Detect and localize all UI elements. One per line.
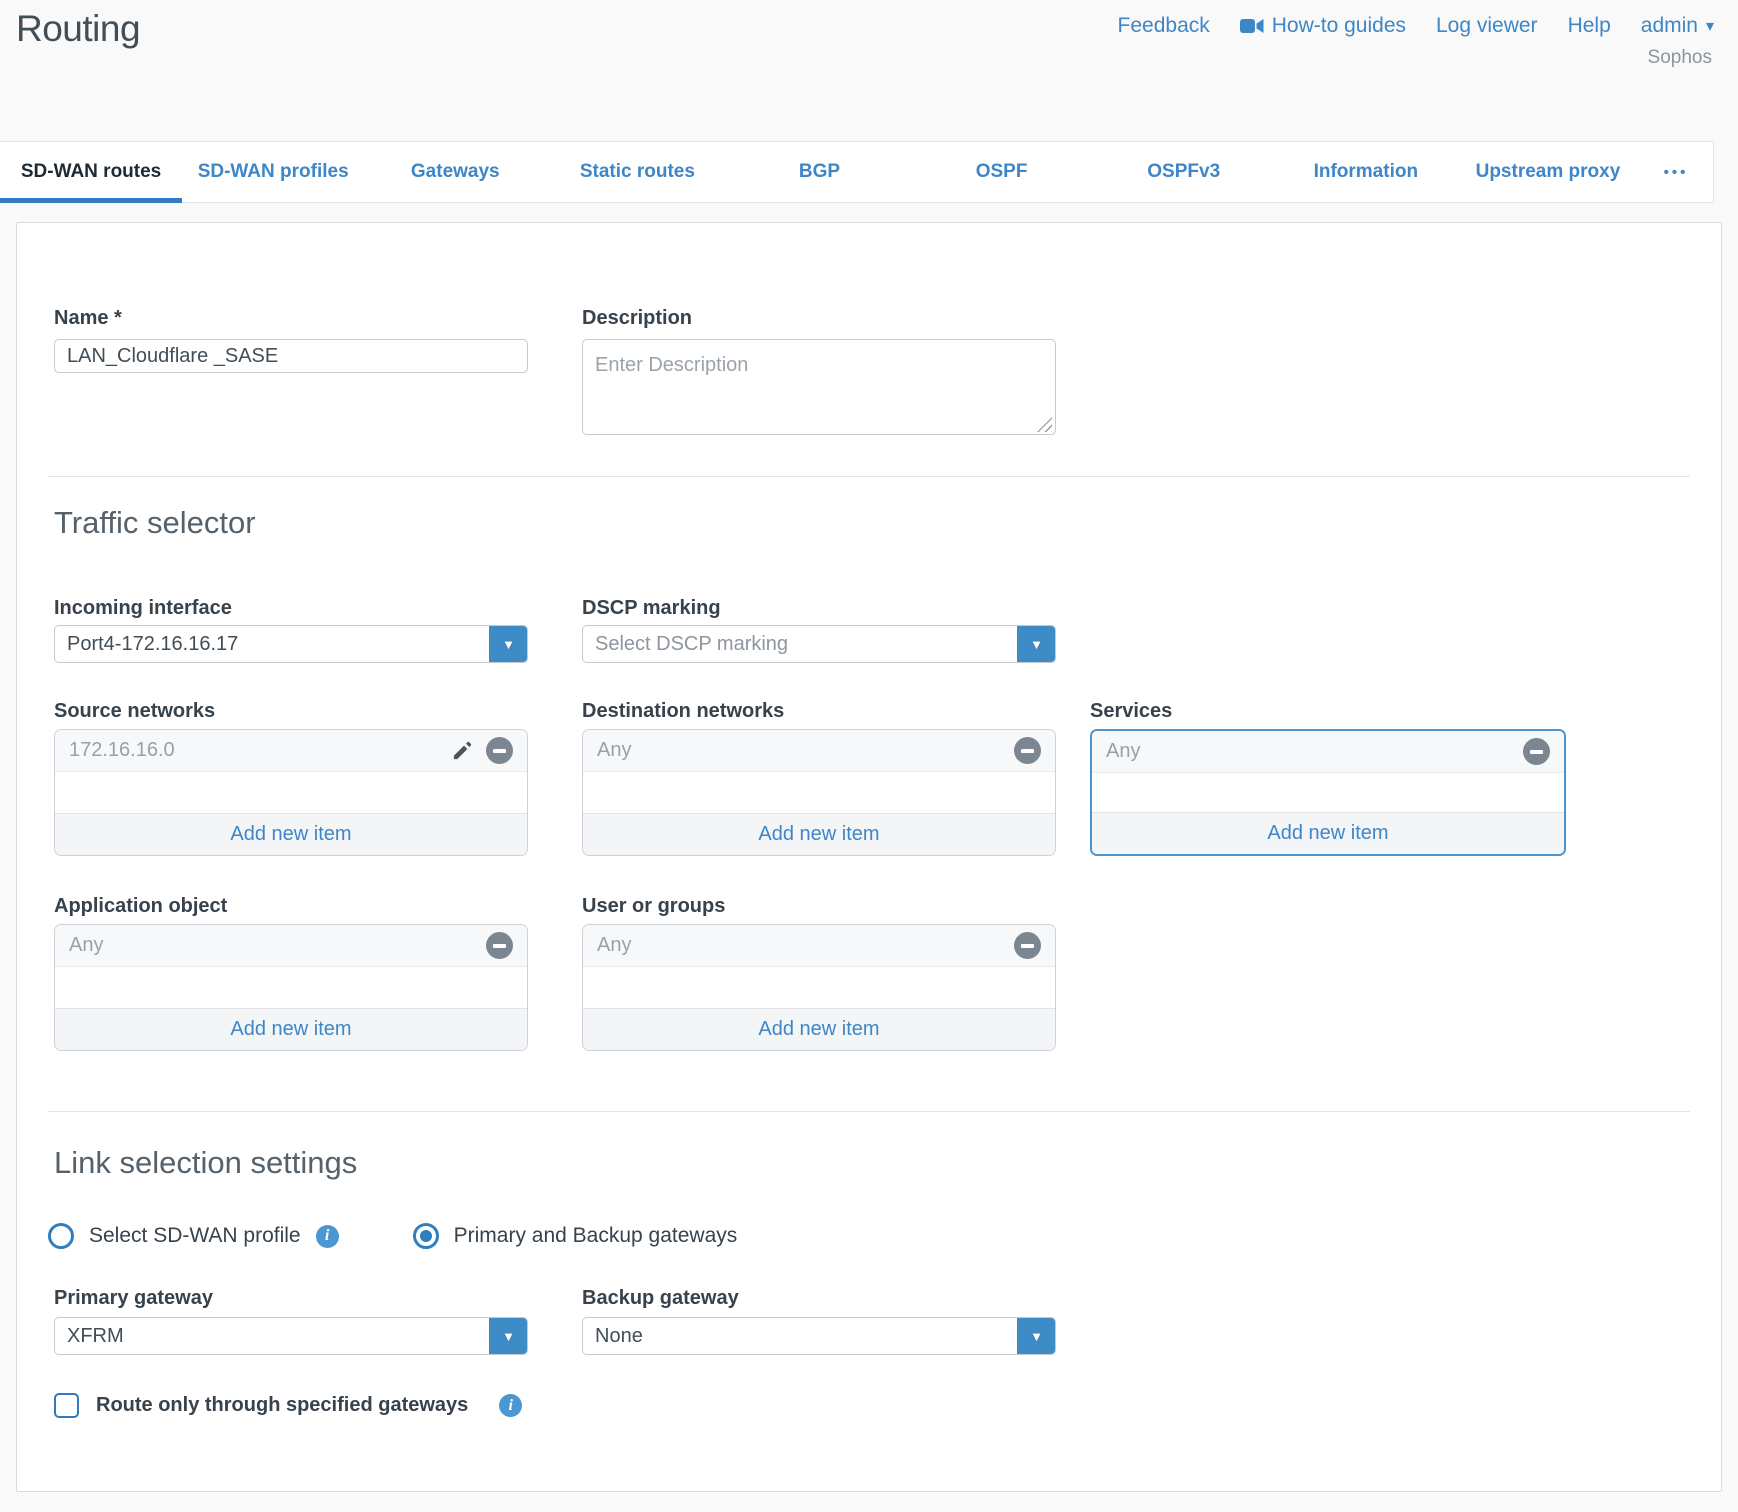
log-viewer-link[interactable]: Log viewer [1436,14,1538,38]
name-label: Name * [54,307,528,330]
primary-gateway-label: Primary gateway [54,1287,528,1310]
info-icon[interactable]: i [316,1225,339,1248]
link-selection-heading: Link selection settings [54,1145,357,1181]
primary-gateway-select[interactable]: XFRM ▼ [54,1317,528,1355]
user-or-groups-label: User or groups [582,895,1056,918]
dscp-marking-placeholder: Select DSCP marking [595,633,788,656]
dscp-marking-select[interactable]: Select DSCP marking ▼ [582,625,1056,663]
remove-minus-icon[interactable] [1523,738,1550,765]
list-item: Any [55,925,527,967]
section-divider [48,1111,1690,1112]
edit-pencil-icon[interactable] [451,739,474,762]
destination-networks-label: Destination networks [582,700,1056,723]
list-item-value: 172.16.16.0 [69,739,175,762]
incoming-interface-value: Port4-172.16.16.17 [67,633,238,656]
add-new-item-button[interactable]: Add new item [1092,812,1564,854]
primary-backup-radio[interactable] [413,1223,439,1249]
tab-gateways[interactable]: Gateways [364,142,546,202]
list-item-value: Any [597,739,631,762]
user-or-groups-listbox: Any Add new item [582,924,1056,1051]
tab-bgp[interactable]: BGP [728,142,910,202]
chevron-down-icon[interactable]: ▼ [1017,1317,1056,1355]
backup-gateway-value: None [595,1325,643,1348]
list-item-value: Any [69,934,103,957]
chevron-down-icon[interactable]: ▼ [489,1317,528,1355]
remove-minus-icon[interactable] [1014,932,1041,959]
backup-gateway-label: Backup gateway [582,1287,1056,1310]
tab-sdwan-routes[interactable]: SD-WAN routes [0,142,182,202]
video-camera-icon [1240,18,1264,34]
tab-information[interactable]: Information [1275,142,1457,202]
tab-upstream-proxy[interactable]: Upstream proxy [1457,142,1639,202]
incoming-interface-label: Incoming interface [54,597,528,620]
listbox-body [55,772,527,813]
minus-bar [493,944,506,948]
remove-minus-icon[interactable] [1014,737,1041,764]
incoming-interface-select[interactable]: Port4-172.16.16.17 ▼ [54,625,528,663]
info-icon[interactable]: i [499,1394,522,1417]
name-input[interactable] [54,339,528,373]
list-item-value: Any [1106,740,1140,763]
remove-minus-icon[interactable] [486,737,513,764]
services-listbox: Any Add new item [1090,729,1566,856]
listbox-body [583,772,1055,813]
caret-down-icon: ▾ [1706,16,1714,36]
sdwan-profile-radio[interactable] [48,1223,74,1249]
minus-bar [1021,749,1034,753]
add-new-item-button[interactable]: Add new item [583,813,1055,855]
route-only-checkbox-label: Route only through specified gateways [96,1394,468,1417]
source-networks-listbox: 172.16.16.0 Add new item [54,729,528,856]
tab-ospfv3[interactable]: OSPFv3 [1093,142,1275,202]
services-label: Services [1090,700,1566,723]
page-title: Routing [16,8,140,50]
feedback-link[interactable]: Feedback [1118,14,1210,38]
minus-bar [1021,944,1034,948]
add-new-item-button[interactable]: Add new item [583,1008,1055,1050]
tab-static-routes[interactable]: Static routes [546,142,728,202]
chevron-down-icon[interactable]: ▼ [1017,625,1056,663]
remove-minus-icon[interactable] [486,932,513,959]
list-item: 172.16.16.0 [55,730,527,772]
tab-overflow-button[interactable]: ••• [1639,142,1713,202]
account-label: admin [1641,14,1698,38]
brand-label: Sophos [1648,47,1712,69]
add-new-item-button[interactable]: Add new item [55,813,527,855]
section-divider [48,476,1690,477]
list-item: Any [583,925,1055,967]
list-item-value: Any [597,934,631,957]
tab-bar: SD-WAN routes SD-WAN profiles Gateways S… [0,141,1714,203]
backup-gateway-select[interactable]: None ▼ [582,1317,1056,1355]
description-input[interactable] [582,339,1056,435]
add-new-item-button[interactable]: Add new item [55,1008,527,1050]
route-only-checkbox[interactable] [54,1393,79,1418]
dscp-marking-label: DSCP marking [582,597,1056,620]
sdwan-profile-radio-label: Select SD-WAN profile [89,1224,301,1248]
application-object-listbox: Any Add new item [54,924,528,1051]
help-link[interactable]: Help [1568,14,1611,38]
list-item: Any [1092,731,1564,773]
listbox-body [1092,773,1564,812]
application-object-label: Application object [54,895,528,918]
header-links: Feedback How-to guides Log viewer Help a… [1118,14,1714,38]
list-item: Any [583,730,1055,772]
chevron-down-icon[interactable]: ▼ [489,625,528,663]
tab-sdwan-profiles[interactable]: SD-WAN profiles [182,142,364,202]
minus-bar [493,749,506,753]
primary-backup-radio-label: Primary and Backup gateways [454,1224,738,1248]
destination-networks-listbox: Any Add new item [582,729,1056,856]
traffic-selector-heading: Traffic selector [54,505,256,541]
howto-guides-label: How-to guides [1272,14,1406,38]
source-networks-label: Source networks [54,700,528,723]
primary-gateway-value: XFRM [67,1325,124,1348]
listbox-body [55,967,527,1008]
account-menu[interactable]: admin ▾ [1641,14,1714,38]
minus-bar [1530,750,1543,754]
tab-ospf[interactable]: OSPF [911,142,1093,202]
howto-guides-link[interactable]: How-to guides [1240,14,1406,38]
content-panel: Name * Description Traffic selector Inco… [16,222,1722,1492]
listbox-body [583,967,1055,1008]
description-label: Description [582,307,1056,330]
